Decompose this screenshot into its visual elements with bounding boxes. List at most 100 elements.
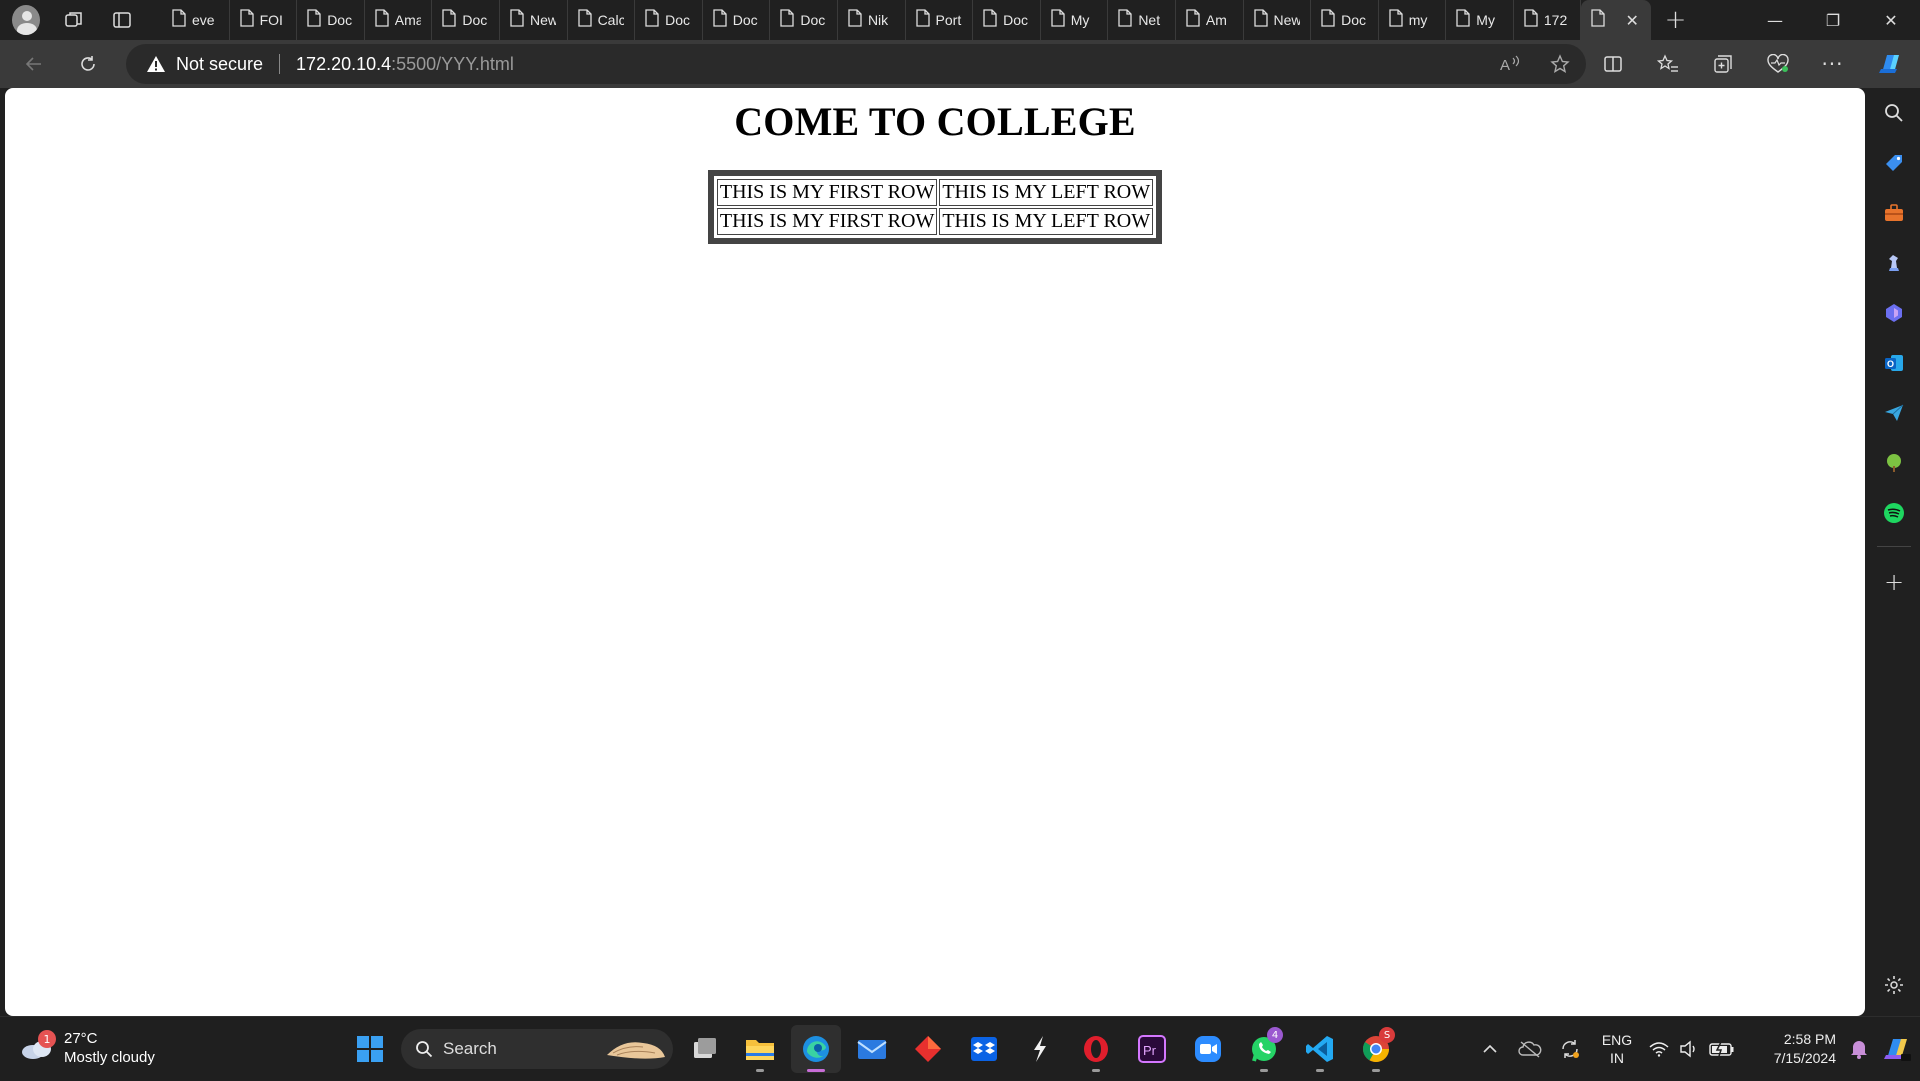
- browser-tab[interactable]: Am: [1176, 0, 1244, 40]
- refresh-button[interactable]: [68, 44, 108, 84]
- tab-actions-button[interactable]: [102, 0, 142, 40]
- taskbar-app-red[interactable]: [903, 1025, 953, 1073]
- taskbar-chrome[interactable]: S: [1351, 1025, 1401, 1073]
- page-viewport: COME TO COLLEGE THIS IS MY FIRST ROW THI…: [5, 88, 1865, 1016]
- favorite-star-button[interactable]: [1540, 44, 1580, 84]
- minimize-button[interactable]: —: [1746, 0, 1804, 40]
- sync-button[interactable]: [1550, 1029, 1590, 1069]
- windows-logo-icon: [357, 1036, 383, 1062]
- copilot-taskbar-button[interactable]: [1874, 1029, 1920, 1069]
- address-separator: [279, 54, 281, 74]
- workspaces-button[interactable]: [54, 0, 94, 40]
- browser-tab[interactable]: Doc: [770, 0, 838, 40]
- taskbar-file-explorer[interactable]: [735, 1025, 785, 1073]
- taskbar-zoom[interactable]: [1183, 1025, 1233, 1073]
- sidebar-send-button[interactable]: [1874, 392, 1914, 434]
- favorites-list-icon: [1656, 54, 1678, 72]
- browser-tab[interactable]: Doc: [973, 0, 1041, 40]
- start-button[interactable]: [345, 1025, 395, 1073]
- browser-tab[interactable]: eve: [162, 0, 230, 40]
- taskbar-app-lightning[interactable]: [1015, 1025, 1065, 1073]
- taskbar-opera[interactable]: [1071, 1025, 1121, 1073]
- battery-button[interactable]: [1704, 1029, 1740, 1069]
- browser-toolbar: Not secure 172.20.10.4:5500/YYY.html A ·…: [0, 40, 1920, 88]
- active-browser-tab[interactable]: ✕: [1581, 0, 1652, 40]
- region-code: IN: [1610, 1050, 1624, 1066]
- browser-tab[interactable]: Calc: [568, 0, 636, 40]
- taskbar-search[interactable]: Search: [401, 1029, 673, 1069]
- onedrive-button[interactable]: [1510, 1029, 1550, 1069]
- browser-essentials-button[interactable]: [1750, 44, 1805, 84]
- tab-label: Doc: [1003, 12, 1029, 28]
- browser-tab[interactable]: Nik: [838, 0, 906, 40]
- back-button[interactable]: [14, 44, 54, 84]
- site-info-button[interactable]: Not secure: [146, 54, 263, 75]
- browser-tab[interactable]: My: [1041, 0, 1109, 40]
- chess-piece-icon: [1889, 255, 1899, 271]
- browser-tab[interactable]: Doc: [703, 0, 771, 40]
- url-host: 172.20.10.4: [296, 53, 392, 74]
- close-tab-icon[interactable]: ✕: [1625, 11, 1638, 30]
- browser-tab[interactable]: 172: [1514, 0, 1582, 40]
- taskbar-edge[interactable]: [791, 1025, 841, 1073]
- wifi-button[interactable]: [1644, 1029, 1674, 1069]
- browser-tab[interactable]: Ama: [365, 0, 433, 40]
- show-hidden-icons-button[interactable]: [1470, 1029, 1510, 1069]
- taskbar-vscode[interactable]: [1295, 1025, 1345, 1073]
- browser-tab[interactable]: Net: [1108, 0, 1176, 40]
- restore-button[interactable]: ❐: [1804, 0, 1862, 40]
- browser-tab[interactable]: New: [500, 0, 568, 40]
- browser-tab[interactable]: FOI: [230, 0, 298, 40]
- document-icon: [510, 9, 524, 31]
- security-label: Not secure: [176, 53, 264, 74]
- browser-tab[interactable]: Doc: [1311, 0, 1379, 40]
- sidebar-tree-button[interactable]: [1874, 442, 1914, 484]
- close-window-button[interactable]: ✕: [1862, 0, 1920, 40]
- address-bar[interactable]: Not secure 172.20.10.4:5500/YYY.html A: [126, 44, 1586, 84]
- tab-label: New: [1273, 12, 1300, 28]
- language-indicator[interactable]: ENG IN: [1590, 1031, 1644, 1067]
- browser-tab[interactable]: Doc: [635, 0, 703, 40]
- split-screen-button[interactable]: [1585, 44, 1640, 84]
- new-tab-button[interactable]: +: [1651, 0, 1699, 40]
- sidebar-settings-button[interactable]: [1874, 964, 1914, 1006]
- document-icon: [577, 9, 592, 31]
- browser-tab[interactable]: Doc: [432, 0, 500, 40]
- sidebar-tools-button[interactable]: [1874, 192, 1914, 234]
- browser-tab[interactable]: My: [1446, 0, 1514, 40]
- taskbar-mail[interactable]: [847, 1025, 897, 1073]
- table-cell: THIS IS MY LEFT ROW: [939, 179, 1154, 206]
- browser-tab[interactable]: New: [1244, 0, 1312, 40]
- sidebar-outlook-button[interactable]: O: [1874, 342, 1914, 384]
- browser-tab[interactable]: Doc: [297, 0, 365, 40]
- copilot-button[interactable]: [1860, 44, 1920, 84]
- notifications-button[interactable]: [1844, 1029, 1874, 1069]
- collections-icon: [1713, 55, 1732, 73]
- document-icon: [1051, 9, 1065, 31]
- bell-icon: [1851, 1041, 1867, 1059]
- read-aloud-button[interactable]: A: [1490, 44, 1530, 84]
- volume-button[interactable]: [1674, 1029, 1704, 1069]
- sidebar-add-button[interactable]: +: [1874, 561, 1914, 603]
- url-text[interactable]: 172.20.10.4:5500/YYY.html: [296, 54, 514, 75]
- tab-label: Am: [1205, 12, 1227, 28]
- clock[interactable]: 2:58 PM 7/15/2024: [1740, 1030, 1836, 1068]
- weather-widget[interactable]: 1 27°C Mostly cloudy: [20, 1029, 155, 1067]
- sidebar-shopping-button[interactable]: [1874, 142, 1914, 184]
- collections-button[interactable]: [1695, 44, 1750, 84]
- cloud-icon: 1: [20, 1030, 56, 1060]
- browser-tab[interactable]: Port: [906, 0, 974, 40]
- sidebar-spotify-button[interactable]: [1874, 492, 1914, 534]
- sidebar-search-button[interactable]: [1874, 92, 1914, 134]
- profile-button[interactable]: [0, 0, 40, 40]
- taskbar-task-view[interactable]: [679, 1025, 729, 1073]
- settings-more-button[interactable]: ···: [1805, 44, 1860, 84]
- sidebar-games-button[interactable]: [1874, 242, 1914, 284]
- taskbar-whatsapp[interactable]: 4: [1239, 1025, 1289, 1073]
- tab-label: My: [1070, 12, 1090, 28]
- browser-tab[interactable]: my: [1379, 0, 1447, 40]
- taskbar-dropbox[interactable]: [959, 1025, 1009, 1073]
- favorites-button[interactable]: [1640, 44, 1695, 84]
- taskbar-premiere-pro[interactable]: Pr: [1127, 1025, 1177, 1073]
- sidebar-copilot-button[interactable]: [1874, 292, 1914, 334]
